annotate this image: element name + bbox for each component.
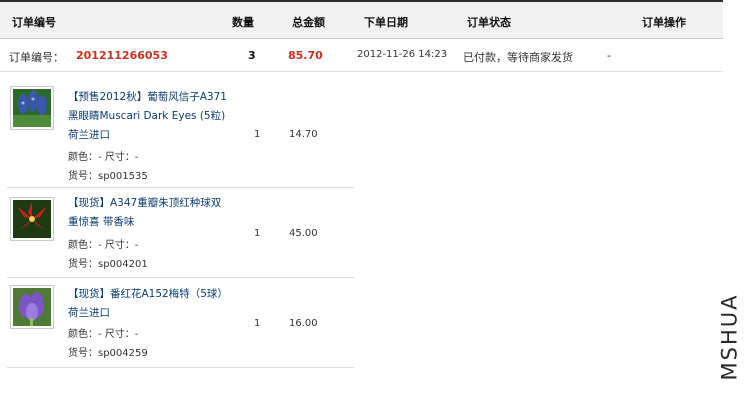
grape-hyacinth-image — [13, 89, 51, 127]
header-order-date: 下单日期 — [364, 16, 408, 29]
amaryllis-image — [13, 200, 51, 238]
order-summary-row: 订单编号： 201211266053 3 85.70 2012-11-26 14… — [0, 39, 723, 72]
product-title-link[interactable]: 【预售2012秋】葡萄风信子A371黑眼睛Muscari Dark Eyes (… — [68, 88, 228, 145]
item-quantity: 1 — [254, 318, 261, 329]
product-sku: 货号：sp001535 — [68, 171, 148, 182]
product-thumbnail[interactable] — [10, 197, 54, 241]
order-number-label: 订单编号： — [9, 51, 64, 64]
item-price: 16.00 — [289, 318, 318, 329]
watermark-logo: MSHUA — [712, 287, 746, 387]
header-order-actions: 订单操作 — [642, 16, 686, 29]
order-item: 【预售2012秋】葡萄风信子A371黑眼睛Muscari Dark Eyes (… — [7, 81, 354, 188]
product-attributes: 颜色：- 尺寸：- — [68, 152, 139, 163]
order-status: 已付款，等待商家发货 — [463, 51, 573, 64]
order-number-link[interactable]: 201211266053 — [76, 49, 168, 62]
product-title-link[interactable]: 【现货】A347重瓣朱顶红种球双重惊喜 带香味 — [68, 194, 228, 232]
header-quantity: 数量 — [232, 16, 254, 29]
product-sku: 货号：sp004201 — [68, 259, 148, 270]
product-attributes: 颜色：- 尺寸：- — [68, 240, 139, 251]
order-table-header: 订单编号 数量 总金额 下单日期 订单状态 订单操作 — [0, 0, 723, 39]
item-quantity: 1 — [254, 228, 261, 239]
order-quantity: 3 — [248, 49, 256, 62]
order-item: 【现货】番红花A152梅特（5球） 荷兰进口 颜色：- 尺寸：- 货号：sp00… — [7, 278, 354, 368]
header-order-number: 订单编号 — [12, 16, 56, 29]
order-total: 85.70 — [288, 49, 323, 62]
product-thumbnail[interactable] — [10, 285, 54, 329]
crocus-image — [13, 288, 51, 326]
product-thumbnail[interactable] — [10, 86, 54, 130]
item-price: 45.00 — [289, 228, 318, 239]
product-attributes: 颜色：- 尺寸：- — [68, 329, 139, 340]
item-quantity: 1 — [254, 129, 261, 140]
order-date: 2012-11-26 14:23 — [357, 49, 448, 60]
order-action: - — [607, 49, 611, 62]
watermark-text: MSHUA — [717, 293, 742, 381]
header-total-amount: 总金额 — [292, 16, 325, 29]
order-item: 【现货】A347重瓣朱顶红种球双重惊喜 带香味 颜色：- 尺寸：- 货号：sp0… — [7, 188, 354, 278]
product-sku: 货号：sp004259 — [68, 348, 148, 359]
product-title-link[interactable]: 【现货】番红花A152梅特（5球） 荷兰进口 — [68, 285, 228, 323]
header-order-status: 订单状态 — [467, 16, 511, 29]
item-price: 14.70 — [289, 129, 318, 140]
